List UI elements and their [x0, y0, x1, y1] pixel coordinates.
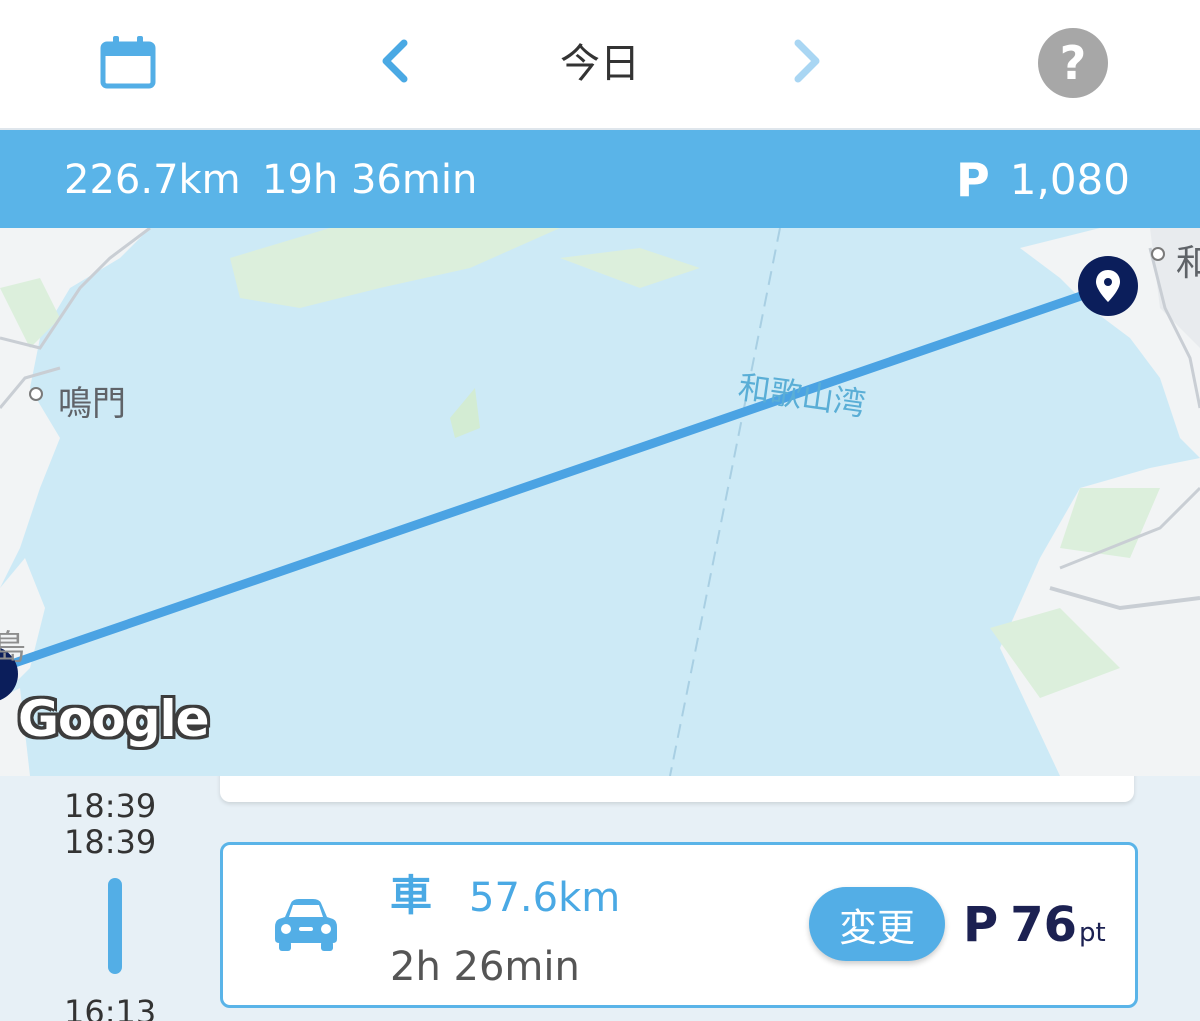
app-header: 今日 ?: [0, 0, 1200, 130]
total-points: P 1,080: [956, 153, 1130, 207]
next-time: 16:13: [64, 993, 157, 1021]
next-day-button[interactable]: [782, 35, 832, 87]
points-icon: P: [963, 897, 999, 953]
departure-time: 18:39: [64, 823, 157, 861]
transport-mode-label: 車: [390, 871, 433, 920]
map-label-wa: 和: [1176, 243, 1200, 284]
segment-distance: 57.6km: [469, 875, 621, 921]
timeline-connector: [108, 878, 122, 974]
map-label-shima: 島: [0, 628, 26, 668]
destination-marker[interactable]: [1078, 256, 1138, 316]
date-title: 今日: [560, 41, 640, 87]
total-points-value: 1,080: [1009, 155, 1130, 204]
segment-points-value: 76: [1010, 897, 1077, 953]
points-icon: P: [956, 153, 990, 207]
segment-points: P 76 pt: [963, 897, 1106, 953]
route-timeline: 18:39 18:39 16:13 車 57.6km 2h 26min 変更 P…: [0, 776, 1200, 1021]
help-button[interactable]: ?: [1038, 28, 1108, 98]
route-map[interactable]: 鳴門 和歌山湾 和 島 Google: [0, 228, 1200, 776]
calendar-button[interactable]: [98, 32, 158, 92]
total-distance: 226.7km: [64, 157, 241, 203]
total-duration: 19h 36min: [262, 157, 478, 203]
route-summary-bar: 226.7km 19h 36min P 1,080: [0, 130, 1200, 228]
segment-points-unit: pt: [1078, 918, 1106, 948]
calendar-icon: [100, 36, 156, 89]
chevron-left-icon: [382, 39, 408, 83]
google-logo: Google: [18, 690, 210, 748]
segment-duration: 2h 26min: [390, 944, 580, 990]
previous-segment-card[interactable]: [220, 776, 1134, 802]
help-icon: ?: [1059, 36, 1087, 90]
car-icon: [275, 899, 337, 951]
change-mode-button[interactable]: 変更: [809, 887, 945, 961]
map-label-naruto: 鳴門: [58, 384, 126, 424]
chevron-right-icon: [794, 39, 820, 83]
arrival-time: 18:39: [64, 787, 157, 825]
segment-card[interactable]: 車 57.6km 2h 26min 変更 P 76 pt: [220, 842, 1138, 1008]
prev-day-button[interactable]: [370, 35, 420, 87]
